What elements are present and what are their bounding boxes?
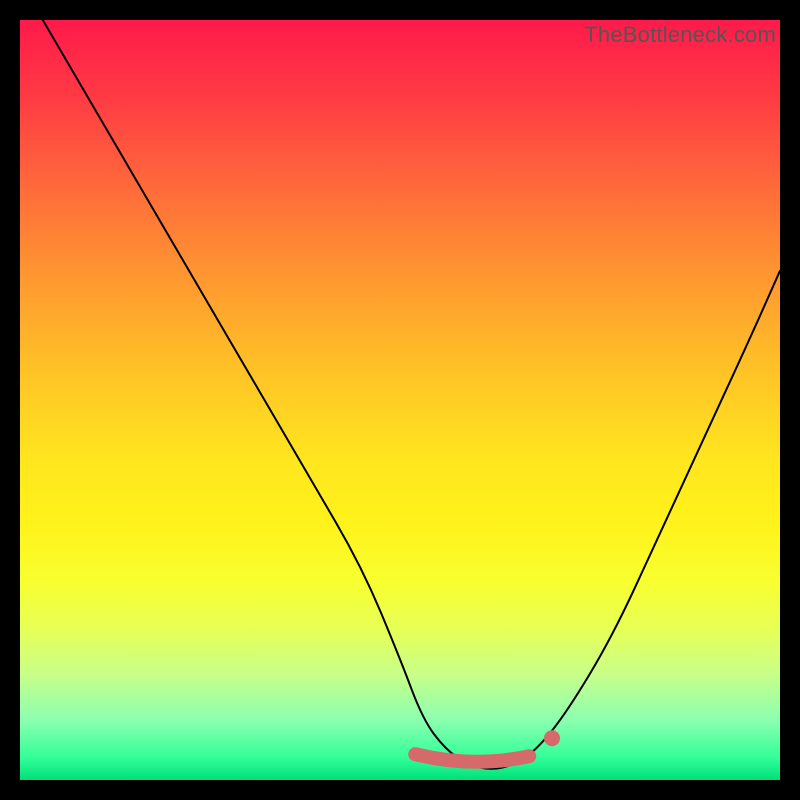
bottleneck-curve [20,20,780,780]
chart-frame: TheBottleneck.com [0,0,800,800]
